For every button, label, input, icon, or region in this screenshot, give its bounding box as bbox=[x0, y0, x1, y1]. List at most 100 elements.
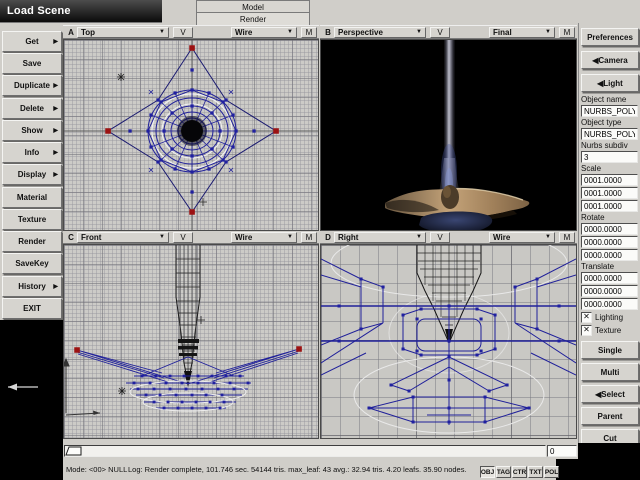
viewport-d-view-dropdown[interactable]: Right ▼ bbox=[334, 231, 426, 243]
scale-y-field[interactable] bbox=[581, 187, 638, 199]
history-button[interactable]: History ▶ bbox=[2, 276, 62, 297]
lighting-checkbox[interactable]: ✕ bbox=[581, 311, 592, 323]
select-button[interactable]: ◀ Select bbox=[581, 385, 639, 403]
render-button[interactable]: Render bbox=[2, 231, 62, 252]
viewport-b-canvas[interactable] bbox=[320, 39, 577, 231]
get-button[interactable]: Get ▶ bbox=[2, 31, 62, 52]
lighting-checkbox-label: Lighting bbox=[595, 312, 624, 322]
viewport-d-label: D bbox=[325, 232, 331, 242]
show-button[interactable]: Show ▶ bbox=[2, 120, 62, 141]
marker-plus bbox=[197, 316, 205, 324]
nurbs-subdiv-field[interactable] bbox=[581, 151, 638, 163]
marker-asterisk bbox=[117, 73, 125, 81]
save-button[interactable]: Save bbox=[2, 53, 62, 74]
viewport-a-canvas[interactable] bbox=[63, 39, 319, 231]
translate-y-field[interactable] bbox=[581, 285, 638, 297]
log-status: Log: Render complete, 101.746 sec. 54144… bbox=[128, 465, 467, 474]
viewport-c-m-button[interactable]: M bbox=[301, 231, 317, 243]
check-icon: ✕ bbox=[583, 325, 590, 334]
submenu-arrow-icon: ▶ bbox=[53, 83, 58, 89]
preferences-button[interactable]: Preferences bbox=[581, 28, 639, 46]
viewport-b-mode-dropdown[interactable]: Final ▼ bbox=[489, 26, 555, 38]
viewport-a-view-dropdown[interactable]: Top ▼ bbox=[77, 26, 169, 38]
submenu-arrow-icon: ▶ bbox=[53, 150, 58, 156]
axis-arrow-left bbox=[8, 383, 38, 391]
translate-z-field[interactable] bbox=[581, 298, 638, 310]
viewport-c-label: C bbox=[68, 232, 74, 242]
texture-checkbox[interactable]: ✕ bbox=[581, 324, 592, 336]
viewport-c-canvas[interactable] bbox=[63, 244, 319, 439]
rotate-z-field[interactable] bbox=[581, 249, 638, 261]
frame-slider-track[interactable] bbox=[64, 445, 546, 457]
viewport-a-mode-dropdown[interactable]: Wire ▼ bbox=[231, 26, 297, 38]
translate-x-field[interactable] bbox=[581, 272, 638, 284]
tag-toggle-button[interactable]: TAG bbox=[496, 466, 511, 478]
ctr-toggle-button[interactable]: CTR bbox=[512, 466, 527, 478]
submenu-arrow-icon: ▶ bbox=[53, 39, 58, 45]
chevron-down-icon: ▼ bbox=[159, 234, 165, 240]
delete-button[interactable]: Delete ▶ bbox=[2, 98, 62, 119]
translate-label: Translate bbox=[581, 262, 615, 271]
marker-asterisk bbox=[118, 387, 126, 395]
handle-tip bbox=[184, 371, 192, 387]
light-button[interactable]: ◀ Light bbox=[581, 74, 639, 92]
display-button[interactable]: Display ▶ bbox=[2, 164, 62, 185]
submenu-arrow-icon: ▶ bbox=[53, 172, 58, 178]
viewport-d-mode-dropdown[interactable]: Wire ▼ bbox=[489, 231, 555, 243]
object-type-field[interactable] bbox=[581, 128, 638, 140]
properties-panel: Preferences ◀Camera ◀Light Object name O… bbox=[578, 23, 640, 443]
mode-status: Mode: <00> NULL bbox=[66, 465, 128, 474]
material-button[interactable]: Material bbox=[2, 187, 62, 208]
chevron-down-icon: ▼ bbox=[545, 29, 551, 35]
obj-toggle-button[interactable]: OBJ bbox=[480, 466, 495, 478]
chevron-down-icon: ▼ bbox=[159, 29, 165, 35]
single-button[interactable]: Single bbox=[581, 341, 639, 359]
top-view-wireframe bbox=[64, 40, 318, 230]
rotate-x-field[interactable] bbox=[581, 223, 638, 235]
cut-button[interactable]: Cut bbox=[581, 429, 639, 443]
viewport-b-m-button[interactable]: M bbox=[559, 26, 575, 38]
camera-button[interactable]: ◀ Camera bbox=[581, 51, 639, 69]
exit-button[interactable]: EXIT bbox=[2, 298, 62, 319]
viewport-d-canvas[interactable] bbox=[320, 244, 577, 439]
viewport-c-view-dropdown[interactable]: Front ▼ bbox=[77, 231, 169, 243]
scene-title: Load Scene bbox=[7, 5, 71, 17]
parent-button[interactable]: Parent bbox=[581, 407, 639, 425]
txt-toggle-button[interactable]: TXT bbox=[528, 466, 543, 478]
rotate-y-field[interactable] bbox=[581, 236, 638, 248]
viewport-a-v-button[interactable]: V bbox=[173, 26, 193, 38]
multi-button[interactable]: Multi bbox=[581, 363, 639, 381]
scene-titlebar: Load Scene bbox=[0, 0, 162, 23]
check-icon: ✕ bbox=[583, 312, 590, 321]
viewport-c-mode-dropdown[interactable]: Wire ▼ bbox=[231, 231, 297, 243]
viewport-d-header: D Right ▼ V Wire ▼ M bbox=[320, 230, 577, 244]
savekey-button[interactable]: SaveKey bbox=[2, 253, 62, 274]
texture-button[interactable]: Texture bbox=[2, 209, 62, 230]
viewport-a-header: A Top ▼ V Wire ▼ M bbox=[63, 25, 319, 39]
duplicate-button[interactable]: Duplicate ▶ bbox=[2, 75, 62, 96]
viewport-b-view-dropdown[interactable]: Perspective ▼ bbox=[334, 26, 426, 38]
viewport-b-header: B Perspective ▼ V Final ▼ M bbox=[320, 25, 577, 39]
frame-number-input[interactable] bbox=[547, 445, 577, 457]
frame-slider-handle[interactable] bbox=[65, 446, 83, 456]
object-name-field[interactable] bbox=[581, 105, 638, 117]
viewport-a-m-button[interactable]: M bbox=[301, 26, 317, 38]
y-axis-arrow bbox=[64, 357, 70, 413]
scale-x-field[interactable] bbox=[581, 174, 638, 186]
viewport-c-header: C Front ▼ V Wire ▼ M bbox=[63, 230, 319, 244]
chevron-down-icon: ▼ bbox=[416, 29, 422, 35]
viewport-d-v-button[interactable]: V bbox=[430, 231, 450, 243]
left-void bbox=[0, 320, 63, 480]
info-button[interactable]: Info ▶ bbox=[2, 142, 62, 163]
chevron-down-icon: ▼ bbox=[416, 234, 422, 240]
nurbs-subdiv-label: Nurbs subdiv bbox=[581, 141, 628, 150]
submenu-arrow-icon: ▶ bbox=[53, 128, 58, 134]
object-name-label: Object name bbox=[581, 95, 627, 104]
viewport-b-v-button[interactable]: V bbox=[430, 26, 450, 38]
pol-toggle-button[interactable]: POL bbox=[544, 466, 559, 478]
viewport-d-m-button[interactable]: M bbox=[559, 231, 575, 243]
application-window: Load Scene Model Render Get ▶ Save Duplic… bbox=[0, 0, 640, 480]
submenu-arrow-icon: ▶ bbox=[53, 106, 58, 112]
viewport-c-v-button[interactable]: V bbox=[173, 231, 193, 243]
scale-z-field[interactable] bbox=[581, 200, 638, 212]
